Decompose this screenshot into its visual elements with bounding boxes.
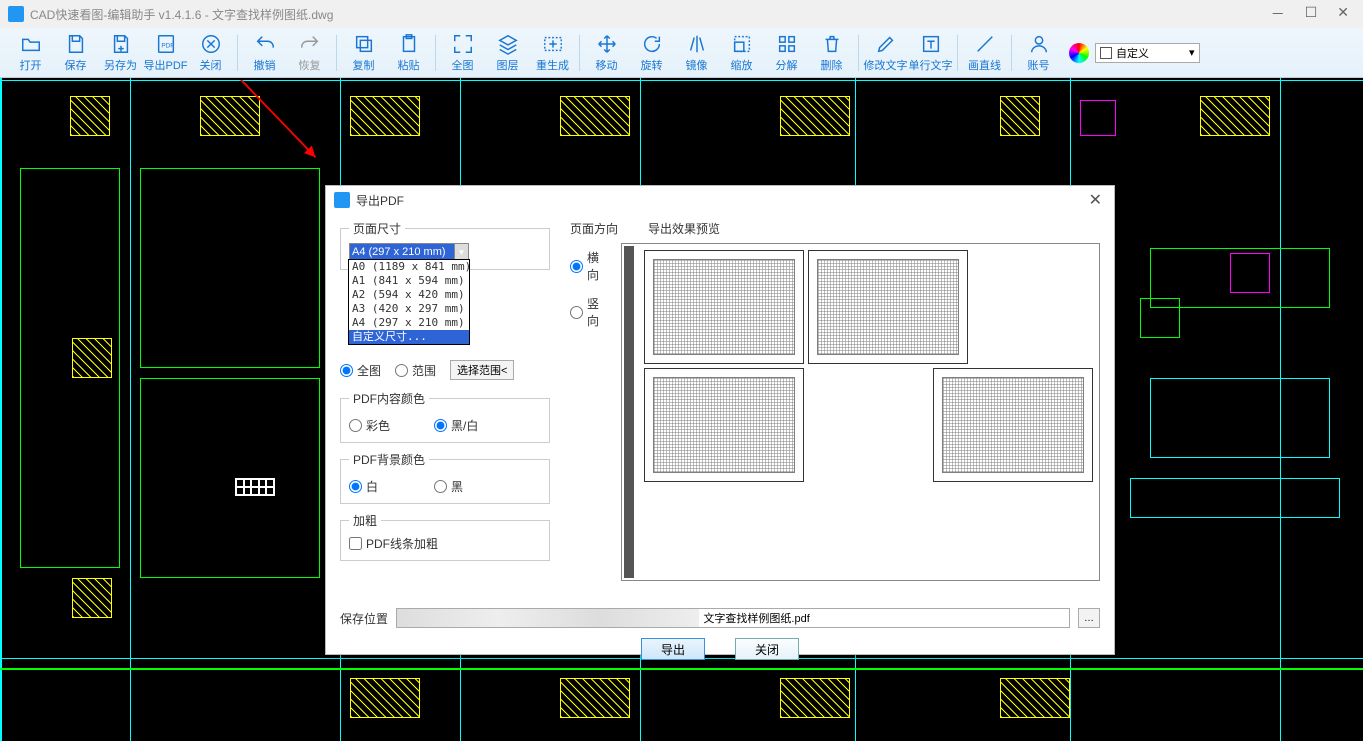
save-button[interactable]: 保存 — [53, 33, 98, 73]
close-button[interactable]: ✕ — [1337, 4, 1349, 24]
page-size-group: 页面尺寸 A4 (297 x 210 mm) ▼ A0 (1189 x 841 … — [340, 220, 550, 270]
edit-text-button[interactable]: 修改文字 — [863, 33, 908, 73]
save-path-blurred — [397, 609, 699, 627]
dialog-close-button[interactable]: ✕ — [1085, 190, 1106, 210]
page-size-option[interactable]: 自定义尺寸... — [349, 330, 469, 344]
page-size-option[interactable]: A3 (420 x 297 mm) — [349, 302, 469, 316]
page-size-option[interactable]: A1 (841 x 594 mm) — [349, 274, 469, 288]
undo-button[interactable]: 撤销 — [242, 33, 287, 73]
window-title: CAD快速看图-编辑助手 v1.4.1.6 - 文字查找样例图纸.dwg — [30, 6, 333, 23]
full-view-button[interactable]: 全图 — [440, 33, 485, 73]
preview-panel — [621, 243, 1100, 581]
landscape-radio[interactable]: 横向 — [570, 249, 605, 283]
export-pdf-button[interactable]: PDF导出PDF — [143, 33, 188, 73]
color-color-radio[interactable]: 彩色 — [349, 417, 390, 434]
rotate-button[interactable]: 旋转 — [629, 33, 674, 73]
bg-white-radio[interactable]: 白 — [349, 478, 378, 495]
orientation-group: 横向 竖向 — [570, 249, 605, 581]
browse-button[interactable]: … — [1078, 608, 1100, 628]
paste-button[interactable]: 粘贴 — [386, 33, 431, 73]
dialog-icon — [334, 192, 350, 208]
single-text-button[interactable]: 单行文字 — [908, 33, 953, 73]
window-titlebar: CAD快速看图-编辑助手 v1.4.1.6 - 文字查找样例图纸.dwg － ☐… — [0, 0, 1363, 28]
page-size-option[interactable]: A0 (1189 x 841 mm) — [349, 260, 469, 274]
move-button[interactable]: 移动 — [584, 33, 629, 73]
dialog-title-text: 导出PDF — [356, 192, 404, 209]
save-filename-input[interactable] — [699, 609, 1069, 627]
preview-scrollbar[interactable] — [624, 246, 634, 578]
dialog-titlebar: 导出PDF ✕ — [326, 186, 1114, 214]
export-button[interactable]: 导出 — [641, 638, 705, 660]
preview-page — [808, 250, 968, 364]
maximize-button[interactable]: ☐ — [1305, 4, 1318, 24]
saveas-button[interactable]: 另存为 — [98, 33, 143, 73]
redo-button[interactable]: 恢复 — [287, 33, 332, 73]
save-label: 保存位置 — [340, 610, 388, 627]
delete-button[interactable]: 删除 — [809, 33, 854, 73]
minimize-button[interactable]: － — [1271, 4, 1285, 24]
bg-color-group: PDF背景颜色 白 黑 — [340, 451, 550, 504]
svg-text:PDF: PDF — [161, 42, 174, 49]
color-bw-radio[interactable]: 黑/白 — [434, 417, 478, 434]
account-button[interactable]: 账号 — [1016, 33, 1061, 73]
bg-black-radio[interactable]: 黑 — [434, 478, 463, 495]
page-size-option[interactable]: A4 (297 x 210 mm) — [349, 316, 469, 330]
regen-button[interactable]: 重生成 — [530, 33, 575, 73]
scope-all-radio[interactable]: 全图 — [340, 362, 381, 379]
explode-button[interactable]: 分解 — [764, 33, 809, 73]
portrait-radio[interactable]: 竖向 — [570, 295, 605, 329]
open-button[interactable]: 打开 — [8, 33, 53, 73]
export-pdf-dialog: 导出PDF ✕ 页面尺寸 A4 (297 x 210 mm) ▼ A0 (118… — [325, 185, 1115, 655]
preview-page — [644, 250, 804, 364]
dialog-close-button2[interactable]: 关闭 — [735, 638, 799, 660]
color-wheel-icon[interactable] — [1069, 43, 1089, 63]
preview-page — [644, 368, 804, 482]
export-scope-row: 全图 范围 选择范围< — [340, 360, 550, 380]
app-icon — [8, 6, 24, 22]
close-file-button[interactable]: 关闭 — [188, 33, 233, 73]
mirror-button[interactable]: 镜像 — [674, 33, 719, 73]
thick-lines-checkbox[interactable]: PDF线条加粗 — [349, 535, 541, 552]
content-color-group: PDF内容颜色 彩色 黑/白 — [340, 390, 550, 443]
layer-dropdown[interactable]: 自定义▾ — [1095, 43, 1200, 63]
chevron-down-icon: ▼ — [454, 244, 468, 260]
scale-button[interactable]: 缩放 — [719, 33, 764, 73]
page-size-dropdown: A0 (1189 x 841 mm) A1 (841 x 594 mm) A2 … — [348, 259, 470, 345]
page-size-option[interactable]: A2 (594 x 420 mm) — [349, 288, 469, 302]
main-toolbar: 打开 保存 另存为 PDF导出PDF 关闭 撤销 恢复 复制 粘贴 全图 图层 … — [0, 28, 1363, 78]
preview-page — [933, 368, 1093, 482]
pick-range-button[interactable]: 选择范围< — [450, 360, 514, 380]
copy-button[interactable]: 复制 — [341, 33, 386, 73]
scope-range-radio[interactable]: 范围 — [395, 362, 436, 379]
save-location-row: 保存位置 … — [326, 604, 1114, 632]
preview-label: 导出效果预览 — [648, 220, 720, 237]
draw-line-button[interactable]: 画直线 — [962, 33, 1007, 73]
bold-group: 加粗 PDF线条加粗 — [340, 512, 550, 561]
layer-button[interactable]: 图层 — [485, 33, 530, 73]
orientation-label: 页面方向 — [570, 220, 618, 237]
